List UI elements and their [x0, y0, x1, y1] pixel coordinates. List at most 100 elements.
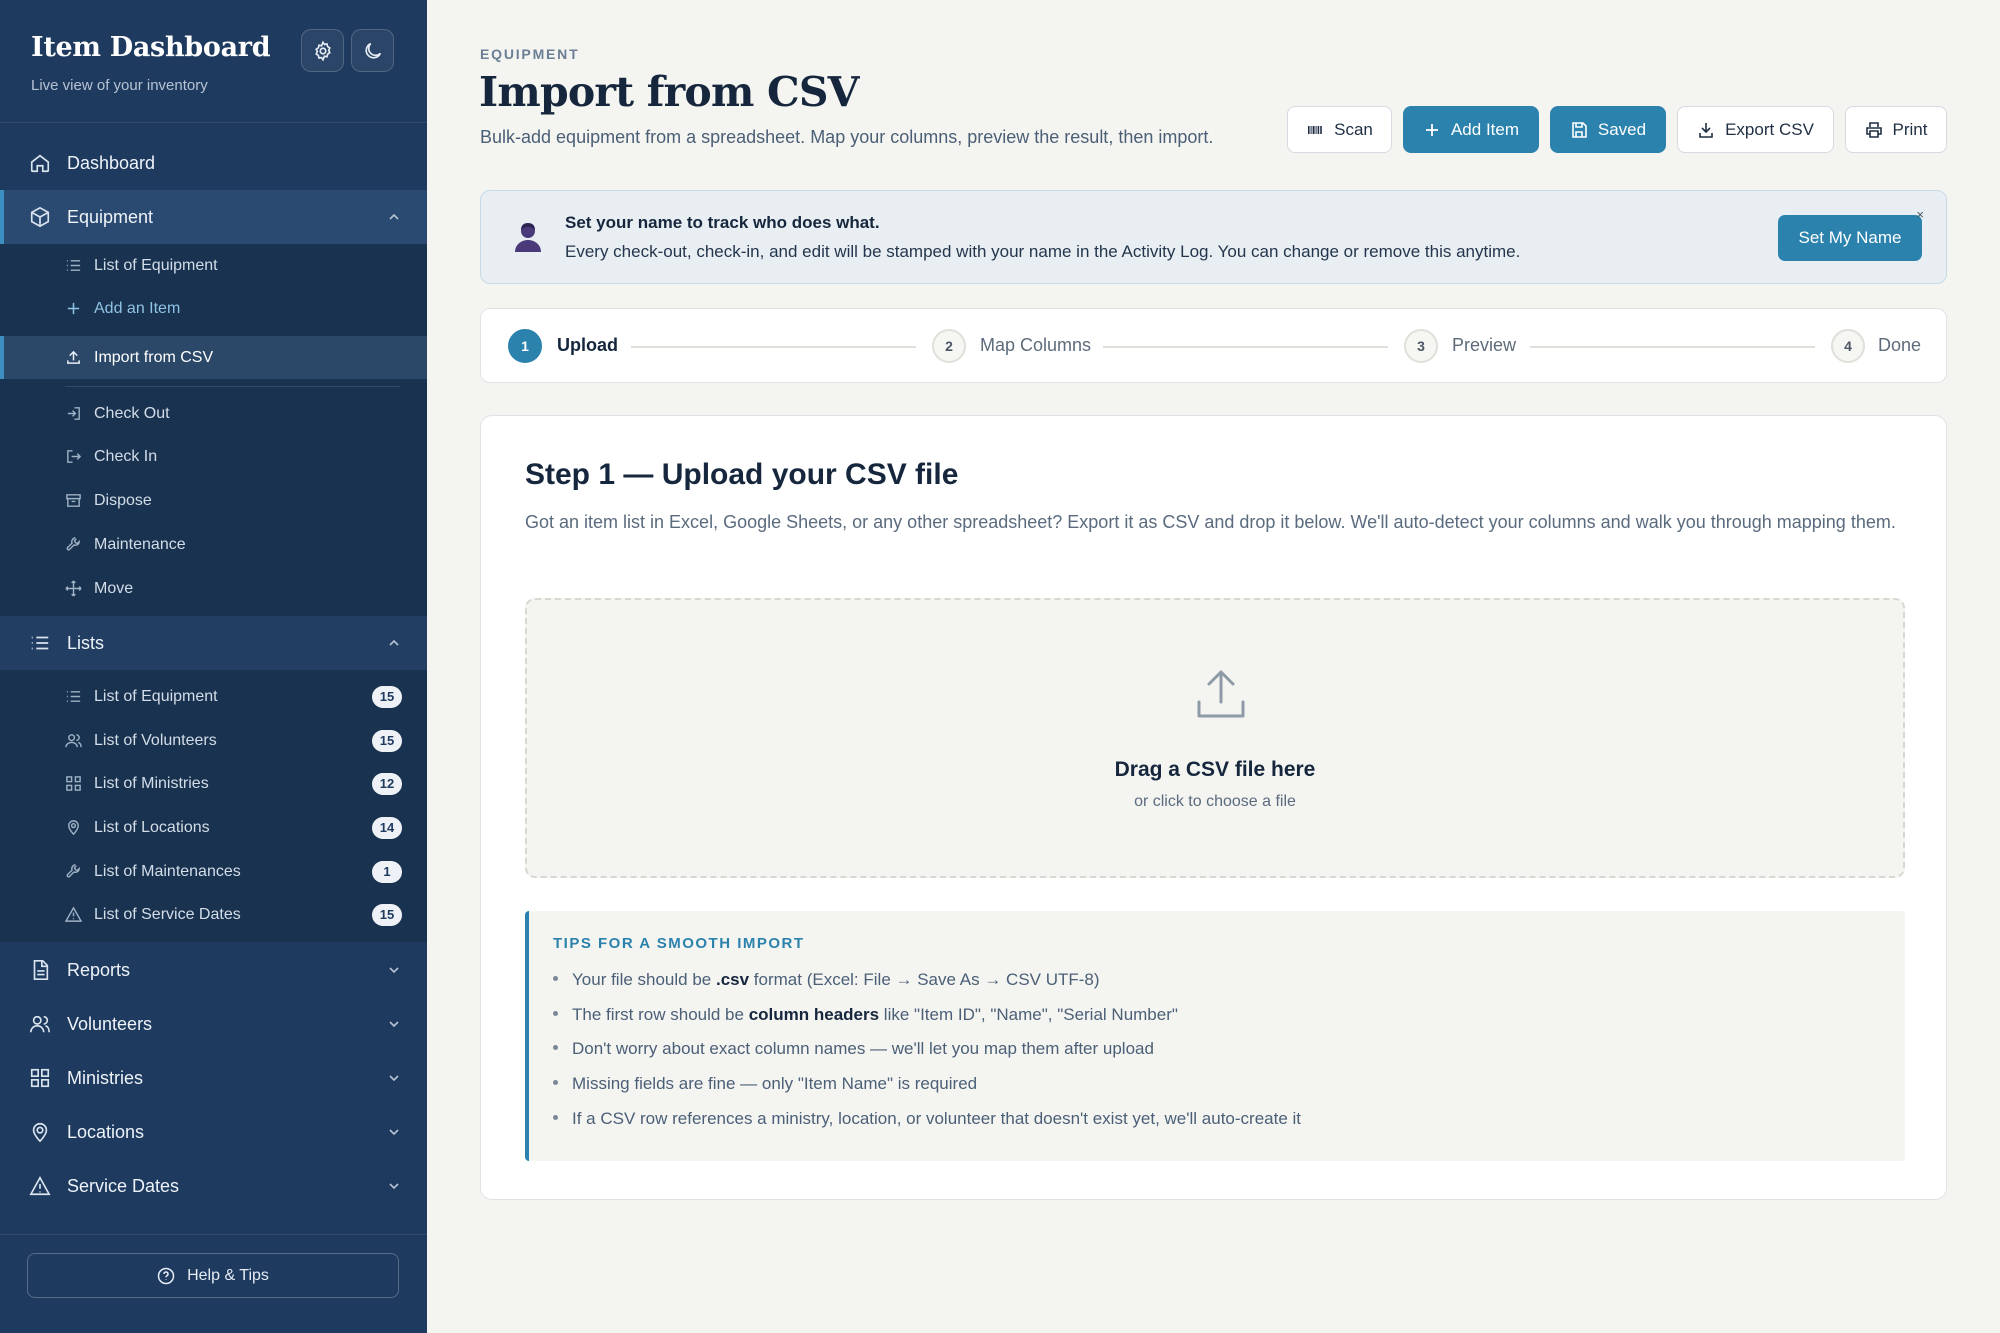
- sidebar-item-label: List of Volunteers: [94, 731, 217, 749]
- chevron-up-icon: [389, 213, 399, 220]
- sidebar-item-list-of-locations[interactable]: List of Locations 14: [0, 806, 427, 849]
- step-connector: [631, 346, 916, 348]
- saved-label: Saved: [1597, 119, 1647, 139]
- nav-lists[interactable]: Lists: [0, 616, 427, 670]
- step-1-label: Upload: [557, 335, 618, 355]
- printer-icon: [1865, 121, 1882, 138]
- count-badge: 15: [372, 903, 402, 926]
- sidebar-item-label: Add an Item: [94, 299, 181, 317]
- help-circle-icon: [157, 1267, 175, 1284]
- tip-text: The first row should be: [572, 1005, 749, 1024]
- card-title: Step 1 — Upload your CSV file: [525, 458, 959, 491]
- chevron-down-icon: [389, 1129, 399, 1136]
- tip-text: format (Excel: File → Save As → CSV UTF-…: [749, 970, 1100, 989]
- upload-icon: [65, 349, 82, 366]
- chevron-down-icon: [389, 1021, 399, 1028]
- help-tips-button[interactable]: Help & Tips: [27, 1253, 399, 1298]
- sidebar-item-list-of-volunteers[interactable]: List of Volunteers 15: [0, 719, 427, 762]
- nav-volunteers[interactable]: Volunteers: [0, 997, 427, 1051]
- upload-card: Step 1 — Upload your CSV file Got an ite…: [480, 415, 1947, 1200]
- dark-mode-button[interactable]: [351, 29, 394, 72]
- step-connector: [1530, 346, 1815, 348]
- close-icon[interactable]: ×: [1916, 207, 1924, 222]
- plus-icon: [1425, 123, 1438, 136]
- home-icon: [29, 152, 51, 174]
- tip-item: Your file should be .csv format (Excel: …: [553, 970, 1100, 990]
- settings-button[interactable]: [301, 29, 344, 72]
- saved-button[interactable]: Saved: [1550, 106, 1666, 153]
- nav-reports[interactable]: Reports: [0, 943, 427, 997]
- count-badge: 14: [372, 816, 402, 839]
- chevron-up-icon: [389, 639, 399, 646]
- sidebar-item-label: List of Ministries: [94, 774, 209, 792]
- sidebar-item-check-in[interactable]: Check In: [0, 435, 427, 478]
- users-icon: [65, 732, 82, 749]
- nav-equipment-label: Equipment: [67, 206, 154, 227]
- csv-dropzone[interactable]: Drag a CSV file here or click to choose …: [525, 598, 1905, 878]
- check-out-icon: [65, 405, 82, 422]
- chevron-down-icon: [389, 1075, 399, 1082]
- tips-panel: TIPS FOR A SMOOTH IMPORT Your file shoul…: [525, 911, 1905, 1161]
- sidebar-item-list-of-ministries[interactable]: List of Ministries 12: [0, 762, 427, 805]
- banner-title: Set your name to track who does what.: [565, 213, 880, 232]
- wrench-icon: [65, 863, 82, 880]
- sidebar-item-label: List of Equipment: [94, 687, 218, 705]
- save-icon: [1572, 121, 1587, 138]
- sidebar-item-list-of-service-dates[interactable]: List of Service Dates 15: [0, 893, 427, 936]
- tip-item: If a CSV row references a ministry, loca…: [553, 1109, 1301, 1129]
- sidebar-item-move[interactable]: Move: [0, 567, 427, 610]
- sidebar-item-list-of-maintenances[interactable]: List of Maintenances 1: [0, 850, 427, 893]
- card-description: Got an item list in Excel, Google Sheets…: [525, 512, 1896, 532]
- warning-icon: [29, 1175, 51, 1197]
- sidebar-item-maintenance[interactable]: Maintenance: [0, 523, 427, 566]
- page-subtitle: Bulk-add equipment from a spreadsheet. M…: [480, 127, 1214, 147]
- export-csv-button[interactable]: Export CSV: [1677, 106, 1834, 153]
- page-title: Import from CSV: [479, 68, 859, 116]
- sidebar-item-list-of-equipment[interactable]: List of Equipment: [0, 244, 427, 287]
- sidebar-item-list-of-equipment[interactable]: List of Equipment 15: [0, 675, 427, 718]
- scan-button[interactable]: Scan: [1287, 106, 1392, 153]
- add-item-button[interactable]: Add Item: [1403, 106, 1539, 153]
- sidebar-item-label: Check In: [94, 447, 158, 465]
- sidebar-item-dispose[interactable]: Dispose: [0, 479, 427, 522]
- grid-icon: [65, 775, 82, 792]
- nav-service-dates[interactable]: Service Dates: [0, 1159, 427, 1213]
- nav-locations[interactable]: Locations: [0, 1105, 427, 1159]
- scan-label: Scan: [1334, 119, 1373, 139]
- breadcrumb: EQUIPMENT: [480, 46, 580, 62]
- tips-title: TIPS FOR A SMOOTH IMPORT: [553, 935, 805, 952]
- sidebar-item-add-an-item[interactable]: Add an Item: [0, 287, 427, 330]
- sidebar-item-import-from-csv[interactable]: Import from CSV: [0, 336, 427, 379]
- nav-reports-label: Reports: [67, 959, 131, 980]
- tip-item: Don't worry about exact column names — w…: [553, 1039, 1154, 1059]
- export-csv-label: Export CSV: [1725, 119, 1814, 139]
- sidebar-item-label: Maintenance: [94, 535, 186, 553]
- gear-icon: [314, 40, 331, 61]
- print-button[interactable]: Print: [1845, 106, 1947, 153]
- sidebar-item-check-out[interactable]: Check Out: [0, 392, 427, 435]
- move-icon: [65, 580, 82, 597]
- list-icon: [65, 688, 82, 705]
- nav-service-dates-label: Service Dates: [67, 1175, 180, 1196]
- count-badge: 15: [372, 729, 402, 752]
- check-in-icon: [65, 448, 82, 465]
- set-my-name-button[interactable]: Set My Name: [1778, 215, 1922, 261]
- tip-bold: column headers: [748, 1005, 880, 1024]
- tip-text: Missing fields are fine — only "Item Nam…: [572, 1074, 978, 1093]
- wrench-icon: [65, 536, 82, 553]
- tip-text: Don't worry about exact column names — w…: [572, 1039, 1154, 1058]
- import-stepper: 1 Upload 2 Map Columns 3 Preview 4 Done: [480, 308, 1947, 383]
- tip-item: Missing fields are fine — only "Item Nam…: [553, 1074, 977, 1094]
- nav-ministries[interactable]: Ministries: [0, 1051, 427, 1105]
- download-icon: [1699, 122, 1713, 138]
- barcode-icon: [1308, 125, 1322, 134]
- sidebar-item-label: List of Maintenances: [94, 862, 241, 880]
- tip-text: like "Item ID", "Name", "Serial Number": [879, 1005, 1178, 1024]
- nav-equipment[interactable]: Equipment: [0, 190, 427, 244]
- nav-volunteers-label: Volunteers: [67, 1013, 153, 1034]
- sidebar-item-label: Dispose: [94, 491, 152, 509]
- count-badge: 12: [372, 772, 402, 795]
- chevron-down-icon: [389, 967, 399, 974]
- nav-dashboard[interactable]: Dashboard: [0, 136, 427, 190]
- user-icon: [515, 223, 541, 252]
